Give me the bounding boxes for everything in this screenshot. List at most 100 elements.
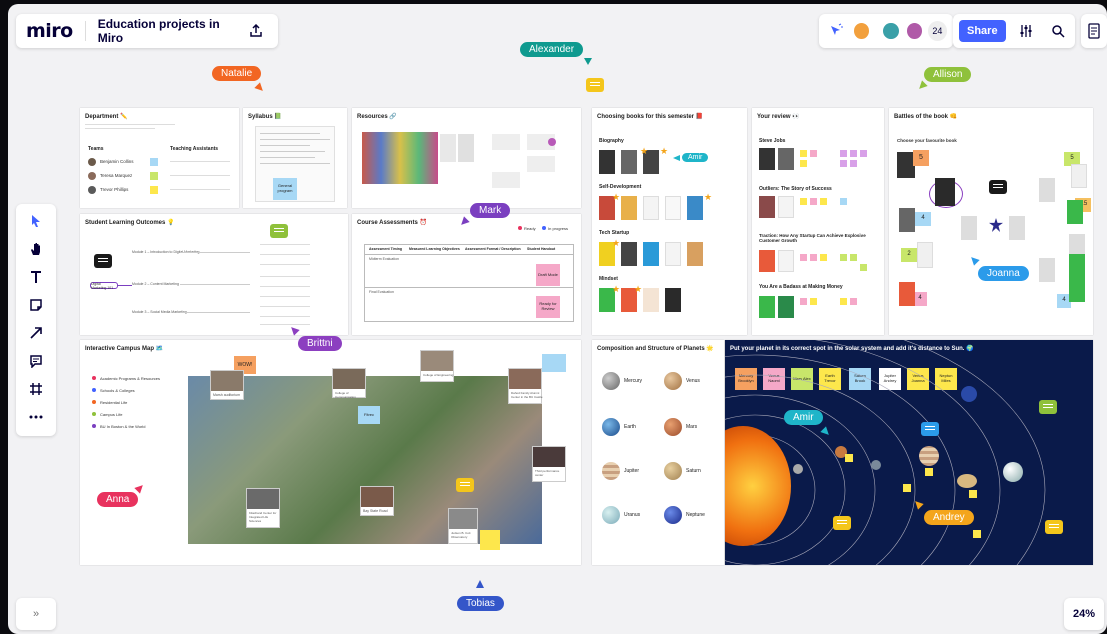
place-card[interactable]: Kilachand Center for Integrated Life Sci…: [246, 488, 280, 528]
notes-panel-button[interactable]: [1081, 14, 1107, 48]
place-sticky[interactable]: Fitrec: [358, 406, 380, 424]
frame-icon[interactable]: [24, 380, 48, 398]
share-button[interactable]: Share: [959, 20, 1006, 42]
sticky-note[interactable]: [820, 254, 827, 261]
image[interactable]: [440, 134, 456, 162]
image[interactable]: [458, 134, 474, 162]
book-cover[interactable]: [917, 242, 933, 268]
comment-icon[interactable]: [24, 352, 48, 370]
frame-your-review[interactable]: Your review 👀 Steve Jobs Outliers: The S…: [752, 108, 884, 335]
sticky-note[interactable]: [860, 150, 867, 157]
avatar[interactable]: [904, 21, 924, 41]
place-card[interactable]: College of Engineering: [420, 350, 454, 382]
sticky-note[interactable]: [800, 198, 807, 205]
frame-solar-system[interactable]: Put your planet in its correct spot in t…: [725, 340, 1093, 565]
mercury-icon[interactable]: [602, 372, 620, 390]
frame-course-assessments[interactable]: Course Assessments ⏰ Ready In progress A…: [352, 214, 581, 335]
frame-syllabus[interactable]: Syllabus 📗 General program: [243, 108, 347, 208]
vote-sticky[interactable]: 5: [913, 150, 929, 166]
mars-icon[interactable]: [664, 418, 682, 436]
sticky-note[interactable]: [925, 468, 933, 476]
connection-line-icon[interactable]: [24, 324, 48, 342]
place-card[interactable]: Bay State Road: [360, 486, 394, 516]
sticky-note[interactable]: [150, 158, 158, 166]
book-cover[interactable]: [621, 196, 637, 220]
sticky-note[interactable]: [542, 354, 566, 372]
sticky-note[interactable]: [969, 490, 977, 498]
sticky-note[interactable]: [840, 198, 847, 205]
sticky-note[interactable]: [810, 298, 817, 305]
planet-icon[interactable]: [793, 464, 803, 474]
sticky-note[interactable]: [800, 160, 807, 167]
sticky-note[interactable]: [840, 160, 847, 167]
book-cover[interactable]: [1071, 164, 1087, 188]
mindmap-branch[interactable]: Module 3 – Social Media Marketing: [132, 310, 187, 314]
book-cover[interactable]: [778, 296, 794, 318]
sticky-note[interactable]: [800, 150, 807, 157]
frame-battles-of-the-book[interactable]: Battles of the book 👊 Choose your favour…: [889, 108, 1093, 335]
sticky-note-icon[interactable]: [24, 296, 48, 314]
comment-icon[interactable]: [1045, 520, 1063, 534]
book-cover[interactable]: [759, 296, 775, 318]
book-cover[interactable]: [665, 288, 681, 312]
book-cover[interactable]: [778, 250, 794, 272]
venus-icon[interactable]: [664, 372, 682, 390]
sticky-note[interactable]: [973, 530, 981, 538]
frame-campus-map[interactable]: Interactive Campus Map 🗺️ Academic Progr…: [80, 340, 581, 565]
sticky-note[interactable]: [810, 254, 817, 261]
neptune-icon[interactable]: [961, 386, 977, 402]
book-cover[interactable]: [665, 242, 681, 266]
jupiter-icon[interactable]: [602, 462, 620, 480]
sticky-note[interactable]: [850, 298, 857, 305]
book-cover[interactable]: [621, 242, 637, 266]
uranus-icon[interactable]: [602, 506, 620, 524]
book-cover[interactable]: [665, 196, 681, 220]
jupiter-icon[interactable]: [919, 446, 939, 466]
place-card[interactable]: Judson B. Coit Observatory: [448, 508, 478, 544]
book-cover[interactable]: [759, 196, 775, 218]
sticky-note[interactable]: [810, 150, 817, 157]
uranus-icon[interactable]: [1003, 462, 1023, 482]
book-cover[interactable]: [621, 150, 637, 174]
comment-icon[interactable]: [456, 478, 474, 492]
book-cover[interactable]: [687, 242, 703, 266]
sticky-note[interactable]: [840, 254, 847, 261]
expand-panel-button[interactable]: »: [16, 598, 56, 630]
more-icon[interactable]: [24, 408, 48, 426]
frame-learning-outcomes[interactable]: Student Learning Outcomes 💡 Digital Mark…: [80, 214, 348, 335]
hand-icon[interactable]: [24, 240, 48, 258]
settings-sliders-icon[interactable]: [1016, 19, 1038, 43]
book-cover[interactable]: [643, 288, 659, 312]
book-cover[interactable]: [899, 282, 915, 306]
link-card[interactable]: [492, 172, 520, 188]
book-cover[interactable]: [687, 196, 703, 220]
mindmap-branch[interactable]: Module 2 – Content Marketing: [132, 282, 179, 286]
comment-icon[interactable]: [1039, 400, 1057, 414]
sticky-note[interactable]: [800, 298, 807, 305]
placeholder-card[interactable]: [1009, 216, 1025, 240]
place-card[interactable]: Marsh auditorium: [210, 370, 244, 400]
book-cover[interactable]: [643, 196, 659, 220]
sticky-note[interactable]: [810, 198, 817, 205]
book-cover[interactable]: [935, 178, 955, 206]
book-cover[interactable]: [1069, 254, 1085, 278]
sticky-note[interactable]: [850, 150, 857, 157]
placeholder-card[interactable]: [1039, 258, 1055, 282]
book-cover[interactable]: [1069, 278, 1085, 302]
place-card[interactable]: College of Communication: [332, 368, 366, 399]
frame-department[interactable]: Department ✏️ Teams Teaching Assistants …: [80, 108, 239, 208]
comment-icon[interactable]: [921, 422, 939, 436]
book-cover[interactable]: [778, 196, 794, 218]
board-canvas[interactable]: miro Education projects in Miro 24 Share: [8, 4, 1107, 634]
book-cover[interactable]: [599, 150, 615, 174]
zoom-level[interactable]: 24%: [1064, 598, 1104, 630]
book-cover[interactable]: [778, 148, 794, 170]
status-sticky[interactable]: Ready for Review: [536, 296, 560, 318]
place-card[interactable]: Dahod Family Alumni Center in the BU Cas…: [508, 368, 543, 404]
sticky-note[interactable]: [840, 150, 847, 157]
sticky-note[interactable]: [845, 454, 853, 462]
sticky-note[interactable]: [840, 298, 847, 305]
sticky-note[interactable]: [800, 254, 807, 261]
status-sticky[interactable]: Draft Mode: [536, 264, 560, 286]
search-icon[interactable]: [1047, 19, 1069, 43]
